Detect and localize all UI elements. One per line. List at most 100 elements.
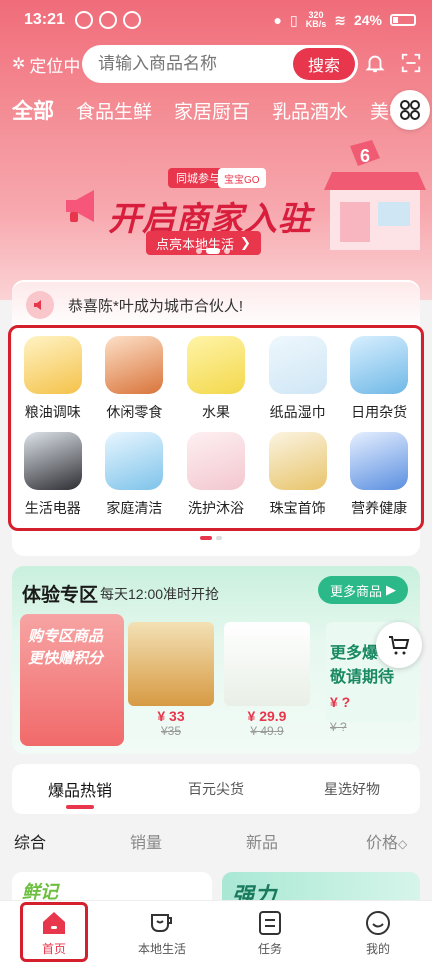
scan-icon[interactable] bbox=[400, 52, 422, 74]
section-tabs: 爆品热销 百元尖货 星选好物 bbox=[12, 764, 420, 814]
category-item[interactable]: 水果 bbox=[175, 336, 257, 432]
locating-icon: ✲ bbox=[12, 56, 26, 73]
wifi-icon: ≋ bbox=[334, 11, 346, 28]
experience-title: 体验专区 bbox=[22, 585, 99, 606]
category-item[interactable]: 家庭清洁 bbox=[94, 432, 176, 528]
category-label: 珠宝首饰 bbox=[269, 500, 326, 516]
search-button[interactable]: 搜索 bbox=[293, 48, 355, 80]
location-label: 定位中 bbox=[29, 56, 81, 76]
search-box: 搜索 bbox=[82, 45, 358, 83]
product-card[interactable]: ¥ 29.9 ¥ 49.9 bbox=[224, 622, 310, 738]
announcement-bar[interactable]: 恭喜陈*叶成为城市合伙人! bbox=[12, 282, 420, 328]
tab-premium[interactable]: 百元尖货 bbox=[148, 779, 284, 799]
product-price: ¥ 33 bbox=[157, 708, 185, 724]
shower-gel-icon bbox=[186, 432, 245, 490]
cart-icon bbox=[389, 636, 410, 655]
category-label: 生活电器 bbox=[24, 500, 81, 516]
location-pin-icon: ● bbox=[273, 12, 282, 28]
sort-price[interactable]: 价格◇ bbox=[366, 829, 407, 853]
storefront-illustration: 6 bbox=[324, 140, 426, 250]
more-products-label: 更多商品 bbox=[329, 583, 382, 599]
cart-button[interactable] bbox=[376, 622, 422, 668]
search-input[interactable] bbox=[98, 54, 288, 74]
fruit-basket-icon bbox=[186, 336, 245, 394]
category-item[interactable]: 洗护沐浴 bbox=[175, 432, 257, 528]
category-pagination bbox=[200, 536, 222, 540]
sort-price-label: 价格 bbox=[366, 835, 399, 852]
all-categories-button[interactable] bbox=[390, 90, 430, 130]
sort-new[interactable]: 新品 bbox=[246, 829, 278, 853]
experience-subtitle: 每天12:00准时开抢 bbox=[100, 586, 220, 602]
nav-tasks-label: 任务 bbox=[257, 941, 282, 956]
sort-sales[interactable]: 销量 bbox=[130, 829, 162, 853]
tab-home-kitchen[interactable]: 家居厨百 bbox=[174, 97, 250, 124]
vibrate-icon: ▯ bbox=[290, 11, 298, 28]
tab-food[interactable]: 食品生鲜 bbox=[76, 97, 152, 124]
category-tabs: 全部 食品生鲜 家居厨百 乳品酒水 美妆 bbox=[0, 92, 432, 128]
banner-brand-tag: 宝宝GO bbox=[218, 168, 266, 188]
bottom-navigation: 首页 本地生活 任务 我的 bbox=[0, 900, 432, 964]
groceries-icon bbox=[350, 336, 409, 394]
nutrition-icon bbox=[350, 432, 409, 490]
product-image bbox=[128, 622, 214, 706]
category-label: 营养健康 bbox=[351, 500, 408, 516]
category-label: 洗护沐浴 bbox=[187, 500, 244, 516]
tab-selected[interactable]: 星选好物 bbox=[284, 779, 420, 799]
appliance-icon bbox=[23, 432, 82, 490]
category-item[interactable]: 纸品湿巾 bbox=[257, 336, 339, 432]
smile-icon bbox=[364, 909, 392, 937]
category-item[interactable]: 休闲零食 bbox=[94, 336, 176, 432]
category-label: 纸品湿巾 bbox=[269, 404, 326, 420]
battery-icon bbox=[390, 14, 416, 26]
coming-soon-price: ¥ ? bbox=[330, 694, 351, 710]
coming-soon-old-price: ¥ ? bbox=[330, 720, 347, 734]
product-card[interactable]: ¥ 33 ¥35 bbox=[128, 622, 214, 738]
category-item[interactable]: 粮油调味 bbox=[12, 336, 94, 432]
tab-dairy-drinks[interactable]: 乳品酒水 bbox=[272, 97, 348, 124]
sort-bar: 综合 销量 新品 价格◇ bbox=[0, 826, 432, 856]
status-bar: 13:21 ● ▯ 320 KB/s ≋ 24% bbox=[0, 0, 432, 40]
promo-line-2: 更快赠积分 bbox=[28, 650, 104, 667]
search-row: ✲ 定位中 搜索 bbox=[0, 44, 432, 84]
nav-home-label: 首页 bbox=[41, 941, 66, 956]
product-old-price: ¥35 bbox=[160, 724, 182, 738]
location-selector[interactable]: ✲ 定位中 bbox=[12, 52, 84, 77]
notification-icon bbox=[98, 11, 117, 29]
task-icon bbox=[256, 909, 284, 937]
nav-local-life-label: 本地生活 bbox=[137, 941, 186, 956]
category-item[interactable]: 珠宝首饰 bbox=[257, 432, 339, 528]
category-item[interactable]: 生活电器 bbox=[12, 432, 94, 528]
grid-icon bbox=[400, 100, 420, 120]
cooking-oil-icon bbox=[23, 336, 82, 394]
coming-soon-line-2: 敬请期待 bbox=[330, 669, 395, 686]
product-image bbox=[224, 622, 310, 706]
bell-icon[interactable] bbox=[364, 52, 386, 74]
notification-icon bbox=[122, 11, 141, 29]
more-products-button[interactable]: 更多商品 ▶ bbox=[317, 576, 408, 604]
sort-overall[interactable]: 综合 bbox=[14, 829, 46, 853]
category-grid: 粮油调味 休闲零食 水果 纸品湿巾 日用杂货 生活电器 家庭清洁 洗护沐浴 珠宝… bbox=[12, 330, 420, 534]
nav-tasks[interactable]: 任务 bbox=[216, 901, 324, 964]
sort-arrows-icon: ◇ bbox=[398, 837, 408, 851]
promo-banner[interactable]: 同城参与 宝宝GO 开启商家入驻 点亮本地生活 ❯ 6 bbox=[0, 130, 432, 280]
category-item[interactable]: 日用杂货 bbox=[338, 336, 420, 432]
nav-home[interactable]: 首页 bbox=[0, 901, 108, 964]
net-speed: 320 KB/s bbox=[306, 11, 327, 29]
promo-line-1: 购专区商品 bbox=[28, 628, 104, 645]
category-label: 粮油调味 bbox=[24, 404, 81, 420]
net-speed-unit: KB/s bbox=[305, 19, 327, 29]
nav-profile[interactable]: 我的 bbox=[324, 901, 432, 964]
snacks-icon bbox=[105, 336, 164, 394]
cleaning-icon bbox=[105, 432, 164, 490]
experience-zone: 体验专区 每天12:00准时开抢 更多商品 ▶ 购专区商品 更快赠积分 ¥ 33… bbox=[12, 566, 420, 754]
nav-profile-label: 我的 bbox=[365, 941, 390, 956]
experience-promo[interactable]: 购专区商品 更快赠积分 bbox=[20, 614, 124, 746]
nav-local-life[interactable]: 本地生活 bbox=[108, 901, 216, 964]
status-time: 13:21 bbox=[24, 11, 65, 28]
jewelry-icon bbox=[268, 432, 327, 490]
tab-hot-sales[interactable]: 爆品热销 bbox=[12, 777, 148, 809]
tab-all[interactable]: 全部 bbox=[12, 95, 54, 125]
megaphone-icon bbox=[66, 190, 94, 222]
category-item[interactable]: 营养健康 bbox=[338, 432, 420, 528]
pagination-dot-active bbox=[206, 248, 220, 254]
